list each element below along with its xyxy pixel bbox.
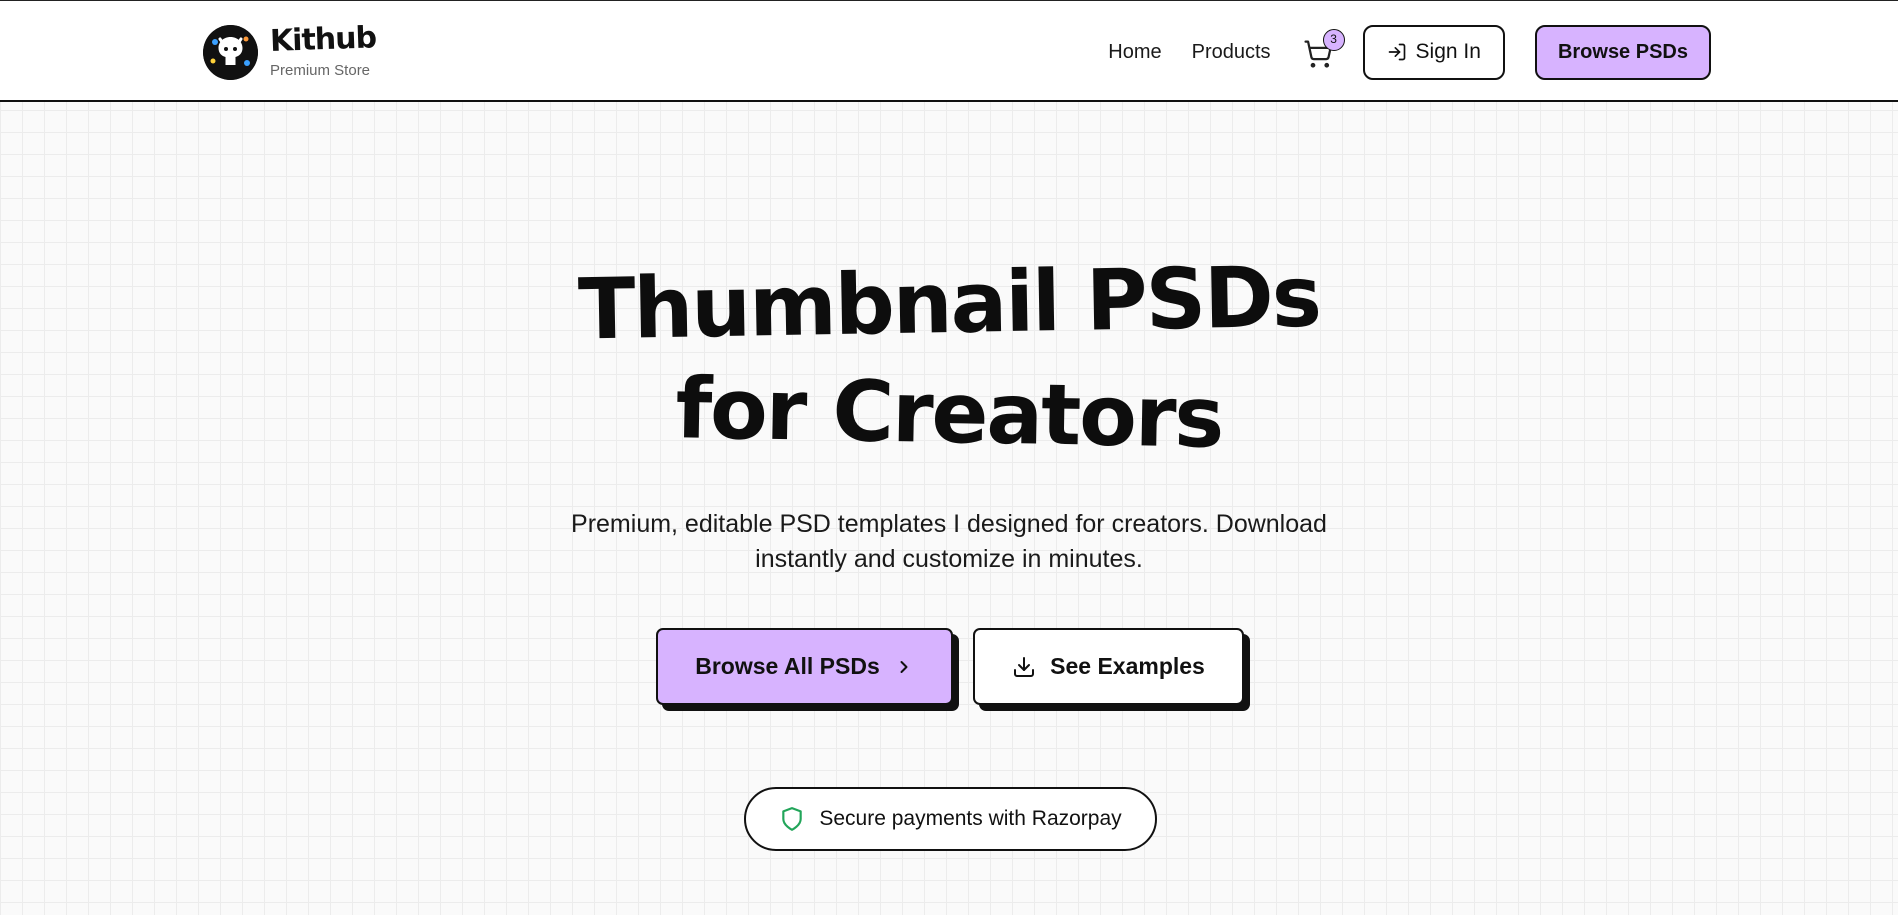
brand-logo-icon — [203, 25, 258, 80]
download-icon — [1014, 656, 1035, 677]
sign-in-button[interactable]: Sign In — [1362, 24, 1505, 80]
brand-text: Kithub Premium Store — [269, 20, 376, 79]
brand-name: Kithub — [269, 20, 377, 59]
browse-all-psds-label: Browse All PSDs — [695, 653, 880, 679]
brand-logo-link[interactable]: Kithub Premium Store — [203, 20, 377, 80]
secure-payments-text: Secure payments with Razorpay — [819, 807, 1122, 830]
hero-title: Thumbnail PSDs for Creators — [0, 248, 1898, 468]
shield-icon — [782, 807, 803, 831]
hero-title-line2: for Creators — [674, 359, 1224, 467]
see-examples-button[interactable]: See Examples — [973, 628, 1244, 705]
cart-button[interactable]: 3 — [1303, 29, 1345, 69]
cta-row: Browse All PSDs See Examples — [656, 628, 1244, 705]
sign-in-label: Sign In — [1415, 40, 1481, 63]
nav-link-products[interactable]: Products — [1192, 41, 1271, 64]
see-examples-label: See Examples — [1050, 653, 1205, 679]
hero-subtitle: Premium, editable PSD templates I design… — [0, 507, 1898, 577]
cart-count-badge: 3 — [1322, 29, 1345, 51]
navbar: Kithub Premium Store Home Products 3 Sig… — [0, 0, 1898, 102]
login-icon — [1388, 43, 1405, 61]
brand-tagline: Premium Store — [270, 62, 371, 79]
browse-all-psds-button[interactable]: Browse All PSDs — [656, 628, 953, 705]
nav-link-home[interactable]: Home — [1108, 41, 1161, 64]
secure-payments-badge: Secure payments with Razorpay — [744, 787, 1157, 851]
chevron-right-icon — [900, 660, 908, 673]
nav-right: Home Products 3 Sign In Browse PSDs — [1108, 24, 1711, 80]
hero-subtitle-text: Premium, editable PSD templates I design… — [571, 510, 1327, 573]
browse-psds-button[interactable]: Browse PSDs — [1534, 24, 1711, 80]
